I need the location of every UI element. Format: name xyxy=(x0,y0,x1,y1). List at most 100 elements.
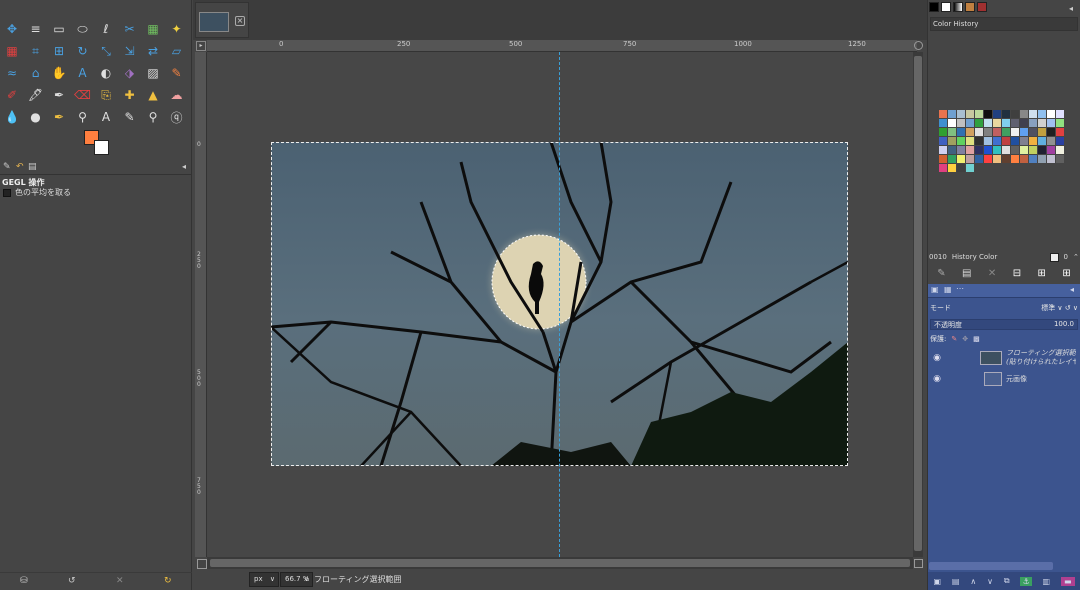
zoom-image-icon[interactable] xyxy=(914,41,923,50)
history-swatch[interactable] xyxy=(939,119,947,127)
history-swatch[interactable] xyxy=(1056,110,1064,118)
edit-color-icon[interactable]: ✎ xyxy=(937,268,945,279)
dock-menu-icon[interactable]: ◂ xyxy=(1069,4,1073,13)
close-tab-icon[interactable]: × xyxy=(235,16,245,26)
history-swatch[interactable] xyxy=(1002,137,1010,145)
history-swatch[interactable] xyxy=(948,128,956,136)
history-swatch[interactable] xyxy=(957,146,965,154)
history-swatch[interactable] xyxy=(1002,155,1010,163)
tool-options-tabs[interactable]: ✎ ↶ ▤ ◂ xyxy=(0,161,192,175)
fuzzy-select-tool-icon[interactable]: ✦ xyxy=(168,20,186,38)
history-swatch[interactable] xyxy=(966,155,974,163)
paths-tool-icon[interactable]: ✎ xyxy=(121,108,139,126)
history-swatch[interactable] xyxy=(993,119,1001,127)
layer-name[interactable]: フローティング選択範囲 xyxy=(1006,349,1076,357)
history-swatch[interactable] xyxy=(957,137,965,145)
unit-selector[interactable]: px ∨ xyxy=(249,572,279,587)
zoom-tool-icon[interactable]: A xyxy=(97,108,115,126)
pencil-tool-icon[interactable]: ✎ xyxy=(168,64,186,82)
history-swatch[interactable] xyxy=(957,119,965,127)
text-a-tool-icon[interactable]: ⚲ xyxy=(144,108,162,126)
history-swatch[interactable] xyxy=(1056,146,1064,154)
scale-tool-icon[interactable]: ⤡ xyxy=(97,42,115,60)
cage-tool-icon[interactable]: ⌂ xyxy=(27,64,45,82)
history-swatch[interactable] xyxy=(993,155,1001,163)
history-swatch[interactable] xyxy=(948,110,956,118)
unified-transform-tool-icon[interactable]: ⊞ xyxy=(50,42,68,60)
history-swatch[interactable] xyxy=(1056,137,1064,145)
history-swatch[interactable] xyxy=(1029,146,1037,154)
history-swatch[interactable] xyxy=(993,128,1001,136)
foreground-select-tool-icon[interactable]: ▦ xyxy=(144,20,162,38)
restore-options-icon[interactable]: ↺ xyxy=(68,576,76,586)
paths-tab-icon[interactable]: ⋯ xyxy=(956,284,964,293)
tool-options-tab-icon[interactable]: ✎ xyxy=(3,162,11,172)
history-swatch[interactable] xyxy=(966,137,974,145)
history-swatch[interactable] xyxy=(966,164,974,172)
history-swatch[interactable] xyxy=(993,137,1001,145)
mypaint-brush-tool-icon[interactable]: ✒ xyxy=(50,86,68,104)
flip-tool-icon[interactable]: ⇄ xyxy=(144,42,162,60)
history-swatch[interactable] xyxy=(1020,155,1028,163)
average-color-option[interactable]: 色の平均を取る xyxy=(3,187,71,198)
history-swatch[interactable] xyxy=(1029,137,1037,145)
history-swatch[interactable] xyxy=(1056,155,1064,163)
quick-mask-corner-icon[interactable]: ▸ xyxy=(196,41,206,51)
history-swatch[interactable] xyxy=(966,110,974,118)
layer-row-floating[interactable]: ◉ フローティング選択範囲 (貼り付けられたレイヤー) xyxy=(930,348,1078,368)
history-swatch[interactable] xyxy=(1038,155,1046,163)
history-swatch[interactable] xyxy=(984,155,992,163)
fuzzy-tool-icon[interactable]: ⓠ xyxy=(168,108,186,126)
history-swatch[interactable] xyxy=(984,110,992,118)
history-swatch[interactable] xyxy=(939,110,947,118)
remove-icon[interactable]: ⊟ xyxy=(1013,268,1021,279)
horizontal-ruler[interactable]: 0 250 500 750 1000 1250 xyxy=(207,40,917,52)
palette-tab-icon[interactable] xyxy=(941,2,951,12)
history-swatch[interactable] xyxy=(1038,137,1046,145)
eraser-tool-icon[interactable]: ⌫ xyxy=(74,86,92,104)
history-swatch[interactable] xyxy=(1020,110,1028,118)
scissors-select-tool-icon[interactable]: ✂ xyxy=(121,20,139,38)
history-swatch[interactable] xyxy=(1020,128,1028,136)
dodge-burn-tool-icon[interactable]: ● xyxy=(27,108,45,126)
airbrush-tool-icon[interactable]: ✐ xyxy=(3,86,21,104)
history-swatch[interactable] xyxy=(1029,128,1037,136)
lock-pixels-icon[interactable]: ✎ xyxy=(951,335,957,343)
color-dock-tabs[interactable] xyxy=(929,2,987,14)
color-select-tool-icon[interactable]: ▦ xyxy=(3,42,21,60)
history-swatch[interactable] xyxy=(1029,155,1037,163)
layers-dock-tabs[interactable]: ▣ ▦ ⋯ ◂ xyxy=(928,284,1080,298)
history-swatch[interactable] xyxy=(975,155,983,163)
smudge-tool-icon[interactable]: ☁ xyxy=(168,86,186,104)
average-checkbox[interactable] xyxy=(3,188,11,197)
shear-tool-icon[interactable]: ⇲ xyxy=(121,42,139,60)
add-icon[interactable]: ⊞ xyxy=(1038,268,1046,279)
history-swatch[interactable] xyxy=(1011,128,1019,136)
layer-row-original[interactable]: ◉ 元画像 xyxy=(930,369,1078,389)
history-swatch[interactable] xyxy=(1011,155,1019,163)
navigate-icon[interactable] xyxy=(197,559,207,569)
layers-tab-icon[interactable]: ▣ xyxy=(931,285,939,294)
opacity-row[interactable]: 不透明度 100.0 xyxy=(930,319,1078,330)
images-tab-icon[interactable]: ▤ xyxy=(28,162,37,172)
free-select-tool-icon[interactable]: ℓ xyxy=(97,20,115,38)
canvas-corner-icon[interactable] xyxy=(914,559,923,568)
history-swatch[interactable] xyxy=(975,146,983,154)
horizontal-scrollbar[interactable] xyxy=(207,557,913,569)
device-status-tab-icon[interactable]: ↶ xyxy=(16,162,24,172)
history-swatch[interactable] xyxy=(1020,137,1028,145)
anchor-layer-icon[interactable]: ⚓ xyxy=(1020,576,1032,586)
fg-bg-colors[interactable] xyxy=(84,130,112,156)
history-swatch[interactable] xyxy=(1038,128,1046,136)
zoom-selector[interactable]: 66.7 % ∨ xyxy=(280,572,313,587)
history-swatch[interactable] xyxy=(1002,146,1010,154)
vertical-scrollbar[interactable] xyxy=(913,52,923,557)
bucket-fill-tool-icon[interactable]: ⬗ xyxy=(121,64,139,82)
history-swatch[interactable] xyxy=(1038,146,1046,154)
ink-tool-icon[interactable]: 🖋 xyxy=(27,86,45,104)
delete-layer-icon[interactable]: ▬ xyxy=(1060,576,1075,586)
history-swatch[interactable] xyxy=(1011,119,1019,127)
history-swatch[interactable] xyxy=(984,137,992,145)
ellipse-select-tool-icon[interactable]: ⬭ xyxy=(74,20,92,38)
history-swatch[interactable] xyxy=(939,164,947,172)
